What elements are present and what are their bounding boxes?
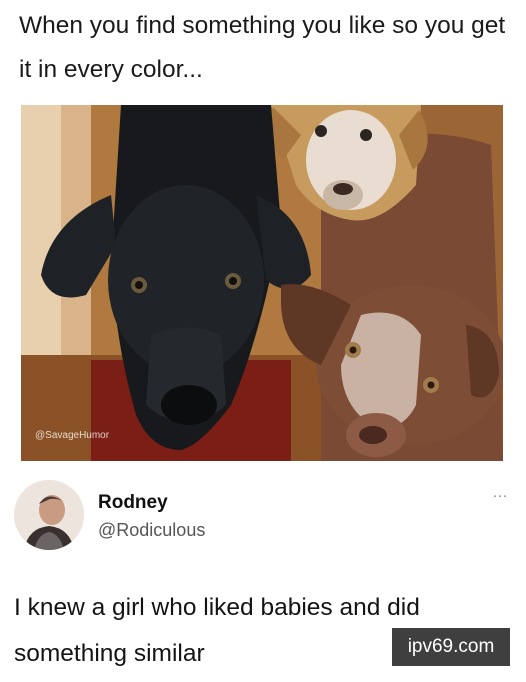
photo-watermark: @SavageHumor	[35, 430, 110, 441]
author-handle[interactable]: @Rodiculous	[98, 520, 205, 541]
post-author: Rodney @Rodiculous …	[14, 480, 514, 552]
meme-caption: When you find something you like so you …	[19, 12, 506, 83]
dogs-illustration	[21, 105, 503, 461]
avatar[interactable]	[14, 480, 84, 550]
more-options-icon[interactable]: …	[492, 485, 508, 501]
author-name[interactable]: Rodney	[98, 492, 168, 514]
site-watermark-badge: ipv69.com	[392, 628, 510, 666]
dogs-photo: @SavageHumor	[21, 105, 503, 461]
avatar-photo-icon	[14, 480, 84, 550]
